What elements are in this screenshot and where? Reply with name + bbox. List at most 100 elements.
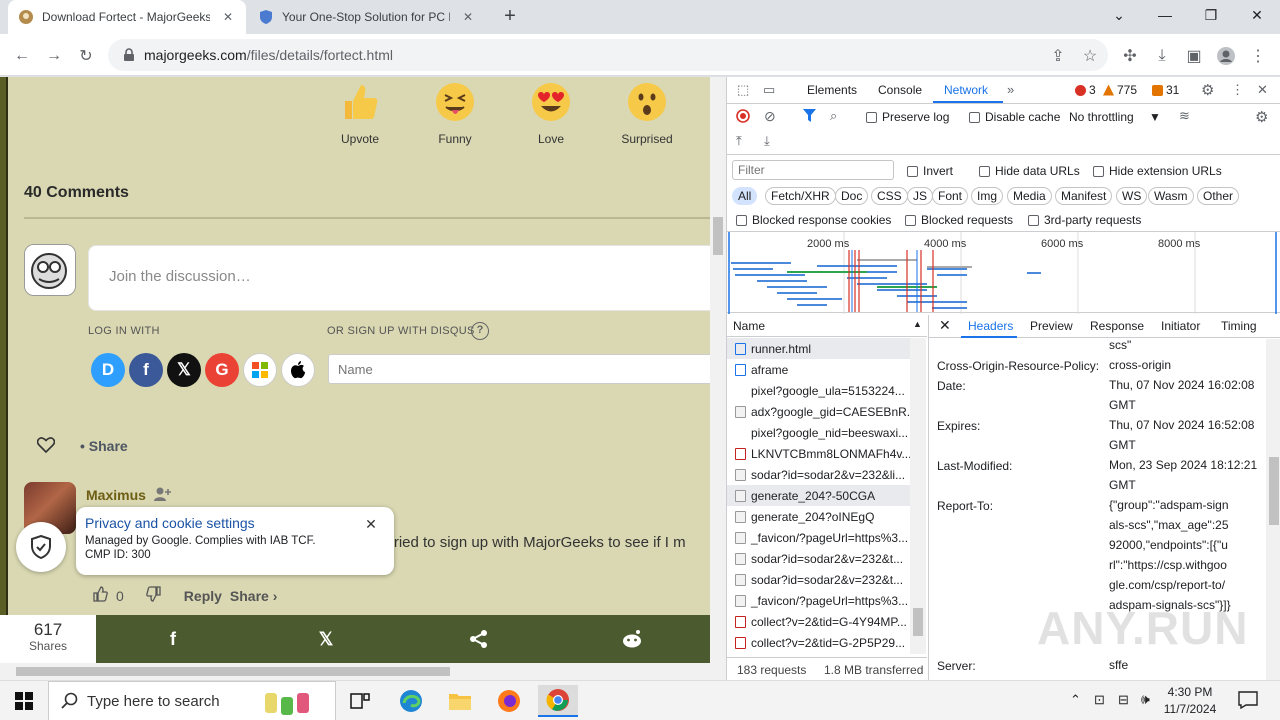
type-filter-media[interactable]: Media <box>1007 187 1052 205</box>
tab-majorgeeks[interactable]: Download Fortect - MajorGeeks ✕ <box>8 0 246 34</box>
share-icon[interactable] <box>467 627 491 651</box>
request-row[interactable]: adx?google_gid=CAESEBnR... <box>727 401 910 422</box>
network-conditions-icon[interactable]: ≋ <box>1179 108 1190 124</box>
request-row[interactable]: runner.html <box>727 338 910 359</box>
taskbar-search[interactable]: Type here to search <box>48 681 336 720</box>
cookie-title[interactable]: Privacy and cookie settings <box>85 515 385 531</box>
more-tabs-icon[interactable]: » <box>1007 82 1014 97</box>
volume-icon[interactable]: 🕪 <box>1141 691 1150 708</box>
type-filter-ws[interactable]: WS <box>1116 187 1148 205</box>
reaction-funny[interactable]: Funny <box>415 81 495 146</box>
reaction-surprised[interactable]: Surprised <box>607 81 687 146</box>
reply-button[interactable]: Reply <box>184 588 222 604</box>
type-filter-other[interactable]: Other <box>1197 187 1240 205</box>
tab-search-icon[interactable]: ⌄ <box>1096 0 1142 30</box>
reaction-love[interactable]: Love <box>511 81 591 146</box>
address-bar[interactable]: majorgeeks.com/files/details/fortect.htm… <box>108 39 1108 71</box>
microsoft-login-button[interactable] <box>243 353 277 387</box>
request-row[interactable]: pixel?google_ula=5153224... <box>727 380 910 401</box>
tab-initiator[interactable]: Initiator <box>1161 319 1200 333</box>
comment-share-button[interactable]: Share › <box>230 588 277 604</box>
tab-console[interactable]: Console <box>878 83 922 97</box>
side-panel-icon[interactable]: ▣ <box>1180 42 1208 70</box>
x-login-button[interactable]: 𝕏 <box>167 353 201 387</box>
scrollbar-thumb[interactable] <box>16 667 450 676</box>
error-badge[interactable]: 3 <box>1075 83 1096 97</box>
apple-login-button[interactable] <box>281 353 315 387</box>
reddit-share-icon[interactable] <box>620 627 644 651</box>
hide-data-urls-checkbox[interactable]: Hide data URLs <box>979 164 1080 178</box>
close-tab-icon[interactable]: ✕ <box>460 9 476 25</box>
network-overview-timeline[interactable]: 2000 ms 4000 ms 6000 ms 8000 ms <box>727 231 1280 314</box>
type-filter-fetch-xhr[interactable]: Fetch/XHR <box>765 187 836 205</box>
preserve-log-checkbox[interactable]: Preserve log <box>866 110 949 124</box>
type-filter-font[interactable]: Font <box>932 187 969 205</box>
throttling-select[interactable]: No throttling ▼ <box>1069 110 1161 124</box>
restore-button[interactable]: ❐ <box>1188 0 1234 30</box>
upvote-icon[interactable] <box>92 586 108 605</box>
menu-kebab-icon[interactable]: ⋮ <box>1244 42 1272 70</box>
file-explorer-icon[interactable] <box>440 685 480 717</box>
request-row[interactable]: collect?v=2&tid=G-2P5P29... <box>727 632 910 653</box>
type-filter-doc[interactable]: Doc <box>835 187 869 205</box>
network-settings-gear-icon[interactable]: ⚙ <box>1255 108 1268 126</box>
system-clock[interactable]: 4:30 PM 11/7/2024 <box>1160 684 1220 718</box>
type-filter-wasm[interactable]: Wasm <box>1148 187 1194 205</box>
facebook-login-button[interactable]: f <box>129 353 163 387</box>
request-row[interactable]: _favicon/?pageUrl=https%3... <box>727 527 910 548</box>
profile-avatar-icon[interactable] <box>1212 42 1240 70</box>
edge-browser-icon[interactable] <box>391 685 431 717</box>
tab-response[interactable]: Response <box>1090 319 1144 333</box>
network-icon[interactable]: ⊡ <box>1094 692 1105 708</box>
request-row[interactable]: sodar?id=sodar2&v=232&t... <box>727 569 910 590</box>
filter-funnel-icon[interactable] <box>803 109 816 125</box>
settings-gear-icon[interactable]: ⚙ <box>1201 81 1214 99</box>
minimize-button[interactable]: — <box>1142 0 1188 30</box>
import-har-icon[interactable]: ⤒ <box>736 133 742 149</box>
firefox-icon[interactable] <box>489 685 529 717</box>
request-row[interactable]: pixel?google_nid=beeswaxi... <box>727 422 910 443</box>
follow-user-icon[interactable] <box>154 486 172 502</box>
request-row[interactable]: LKNVTCBmm8LONMAFh4v... <box>727 443 910 464</box>
device-toolbar-icon[interactable]: ▭ <box>763 82 775 98</box>
request-row[interactable]: aframe <box>727 359 910 380</box>
comment-author[interactable]: Maximus <box>86 487 146 503</box>
name-column-header[interactable]: Name ▲ <box>727 315 927 337</box>
request-row[interactable]: generate_204?oINEgQ <box>727 506 910 527</box>
extensions-puzzle-icon[interactable]: ✣ <box>1116 42 1144 70</box>
scrollbar-thumb[interactable] <box>1269 457 1279 525</box>
blocked-cookies-checkbox[interactable]: Blocked response cookies <box>736 213 891 227</box>
request-list-scrollbar[interactable] <box>910 338 926 654</box>
invert-checkbox[interactable]: Invert <box>907 164 953 178</box>
downvote-icon[interactable] <box>145 586 162 605</box>
page-vertical-scrollbar[interactable] <box>710 77 726 663</box>
share-link[interactable]: • Share <box>80 438 128 454</box>
tab-network[interactable]: Network <box>944 83 988 97</box>
devtools-menu-icon[interactable]: ⋮ <box>1231 82 1244 98</box>
reload-icon[interactable]: ↻ <box>72 42 100 70</box>
type-filter-img[interactable]: Img <box>971 187 1004 205</box>
scrollbar-thumb[interactable] <box>913 608 923 636</box>
comment-input[interactable]: Join the discussion… <box>88 245 726 311</box>
tab-preview[interactable]: Preview <box>1030 319 1073 333</box>
clear-icon[interactable]: ⊘ <box>764 108 776 125</box>
page-horizontal-scrollbar[interactable] <box>0 663 726 680</box>
close-icon[interactable]: ✕ <box>364 517 378 531</box>
name-field[interactable] <box>328 354 726 384</box>
close-window-button[interactable]: ✕ <box>1234 0 1280 30</box>
request-row[interactable]: generate_204?-50CGA <box>727 485 910 506</box>
x-share-icon[interactable]: 𝕏 <box>314 627 338 651</box>
share-page-icon[interactable]: ⇪ <box>1044 42 1072 70</box>
search-icon[interactable]: ⌕ <box>830 108 837 124</box>
forward-icon[interactable]: → <box>40 42 68 70</box>
cookie-settings-button[interactable] <box>16 522 66 572</box>
reaction-upvote[interactable]: Upvote <box>320 81 400 146</box>
scrollbar-thumb[interactable] <box>713 217 723 255</box>
close-detail-icon[interactable]: ✕ <box>939 317 951 334</box>
disable-cache-checkbox[interactable]: Disable cache <box>969 110 1060 124</box>
stop-recording-icon[interactable] <box>736 109 750 126</box>
google-login-button[interactable]: G <box>205 353 239 387</box>
tab-headers[interactable]: Headers <box>968 319 1013 333</box>
type-filter-manifest[interactable]: Manifest <box>1055 187 1113 205</box>
show-hidden-icons-icon[interactable]: ⌃ <box>1070 692 1081 708</box>
